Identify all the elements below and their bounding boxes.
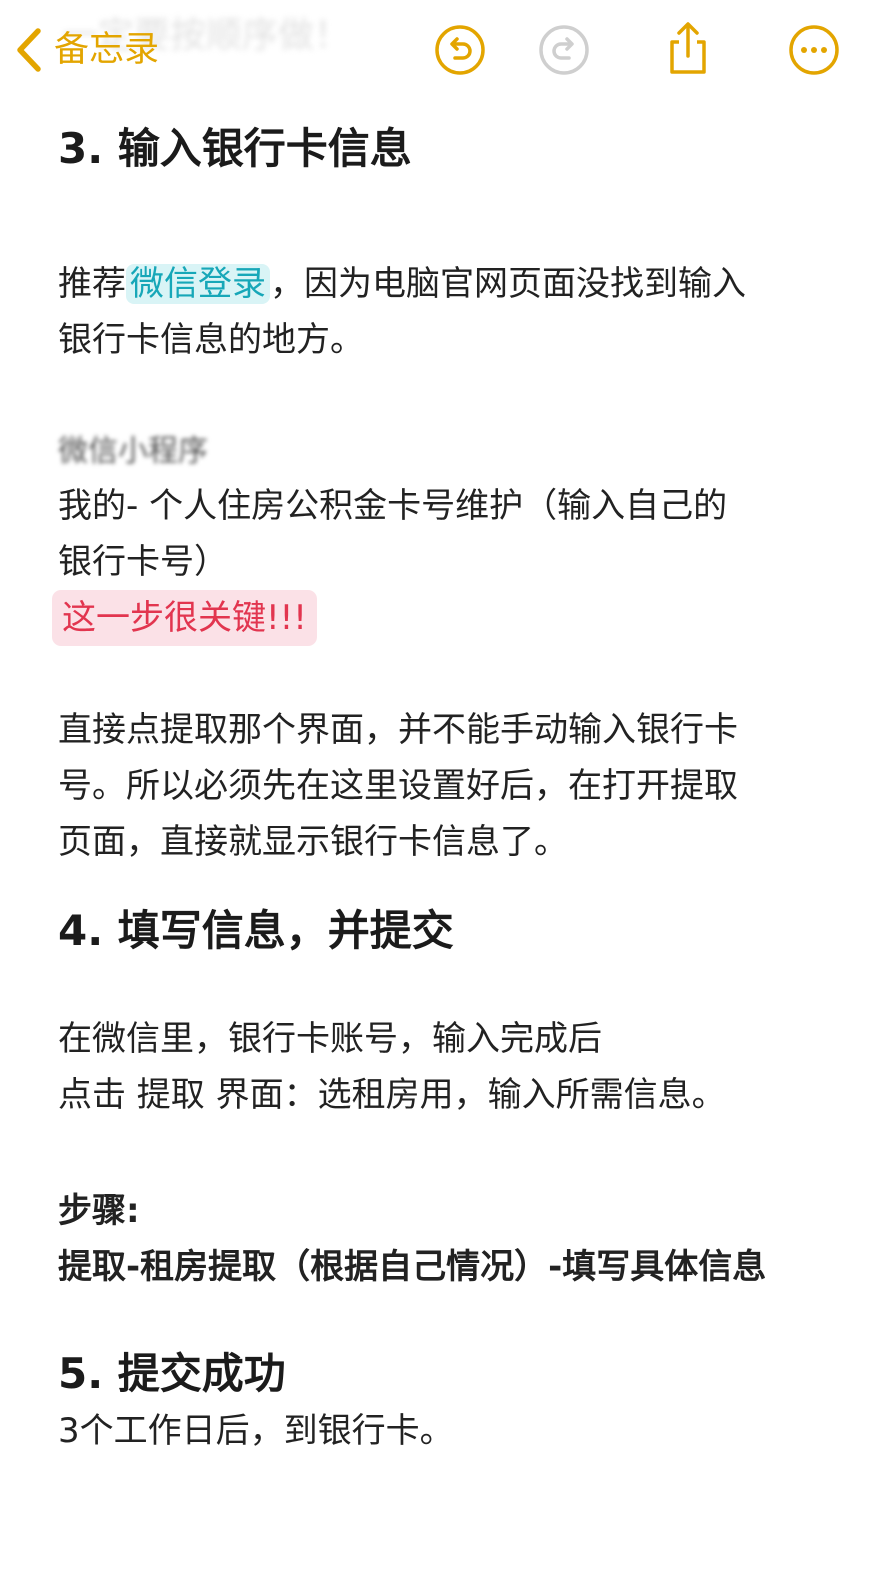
paragraph-line: 3个工作日后，到银行卡。 (58, 1411, 454, 1452)
share-icon (662, 20, 714, 78)
redo-icon (538, 24, 590, 76)
note-body[interactable]: 3. 输入银行卡信息 推荐 微信登录 ，因为电脑官网页面没找到输入 银行卡信息的地方… (52, 110, 838, 1459)
chevron-left-icon (14, 26, 44, 74)
paragraph: 推荐 微信登录 ，因为电脑官网页面没找到输入 (58, 256, 838, 312)
paragraph-line: 银行卡号） (58, 542, 228, 583)
highlight-wechat-login: 微信登录 (126, 264, 270, 305)
blurred-line: 微信小程序 (58, 422, 838, 478)
section-5-heading: 5. 提交成功 (58, 1348, 286, 1398)
more-button[interactable] (788, 24, 840, 76)
text-run: ，因为电脑官网页面没找到输入 (270, 264, 746, 305)
navigation-bar: 一定要按顺序做！ 备忘录 (0, 0, 887, 100)
paragraph-line: 直接点提取那个界面，并不能手动输入银行卡 (58, 710, 738, 751)
text-run: 推荐 (58, 264, 126, 305)
section-3-heading: 3. 输入银行卡信息 (58, 124, 412, 173)
highlight-key-step: 这一步很关键!!! (52, 590, 317, 647)
undo-icon (434, 24, 486, 76)
redo-button[interactable] (538, 24, 590, 76)
more-icon (788, 24, 840, 76)
back-button[interactable]: 备忘录 (14, 24, 159, 76)
share-button[interactable] (662, 20, 714, 74)
back-label: 备忘录 (54, 29, 160, 70)
paragraph-line: 我的- 个人住房公积金卡号维护（输入自己的 (58, 486, 728, 527)
steps-label: 步骤: (58, 1190, 140, 1231)
paragraph-line: 银行卡信息的地方。 (58, 320, 364, 361)
paragraph-line: 号。所以必须先在这里设置好后，在打开提取 (58, 766, 738, 807)
paragraph-line: 在微信里，银行卡账号，输入完成后 (58, 1018, 602, 1059)
blurred-text: 微信小程序 (58, 434, 208, 470)
paragraph-line: 点击 提取 界面：选租房用，输入所需信息。 (58, 1074, 726, 1115)
steps-text: 提取-租房提取（根据自己情况）-填写具体信息 (58, 1246, 767, 1287)
key-step-line: 这一步很关键!!! (52, 590, 838, 647)
paragraph-line: 页面，直接就显示银行卡信息了。 (58, 822, 568, 863)
undo-button[interactable] (434, 24, 486, 76)
section-4-heading: 4. 填写信息，并提交 (58, 906, 454, 956)
